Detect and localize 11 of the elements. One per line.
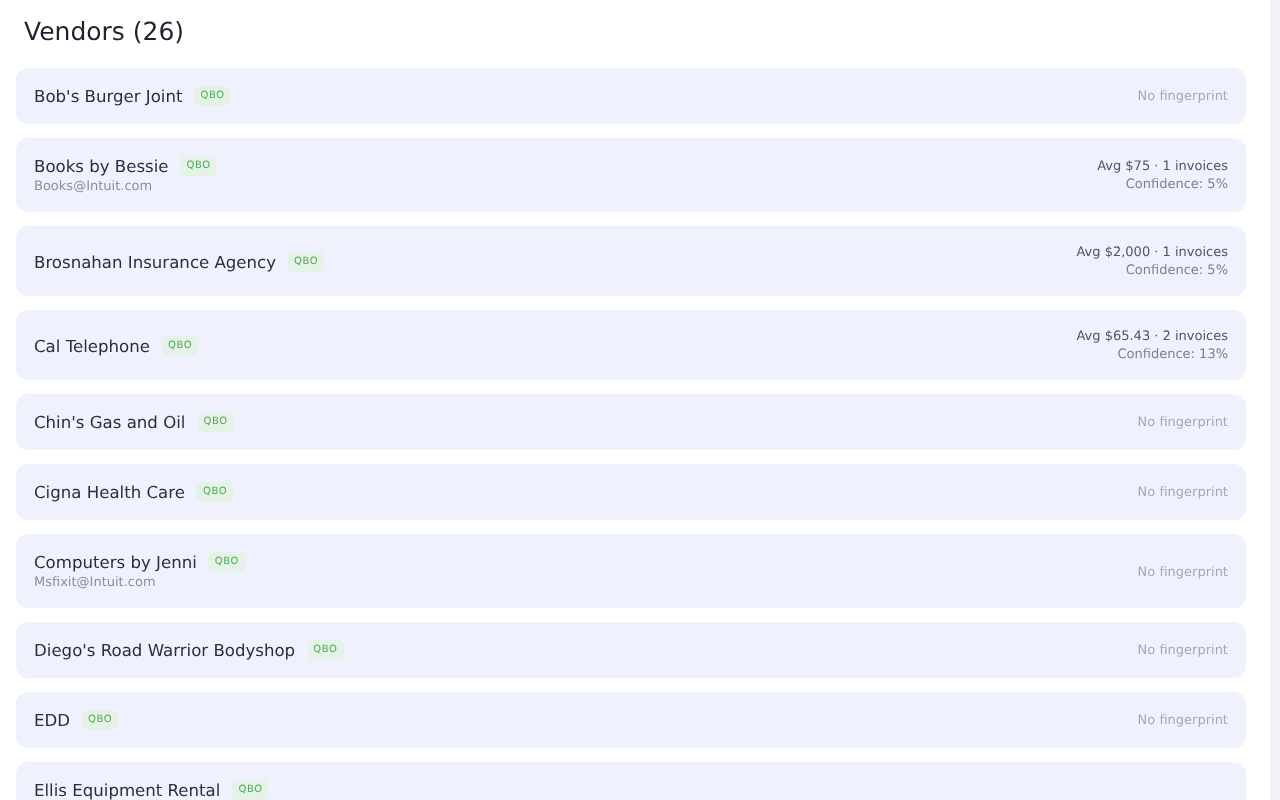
page-title: Vendors (26) [22, 14, 187, 50]
vendor-name: Ellis Equipment Rental [34, 780, 221, 800]
vendor-name: Chin's Gas and Oil [34, 412, 186, 432]
vendor-name: Computers by Jenni [34, 552, 197, 572]
vendor-name: EDD [34, 710, 71, 730]
vendor-name: Bob's Burger Joint [34, 86, 183, 106]
vendor-name: Diego's Road Warrior Bodyshop [34, 640, 296, 660]
vendor-name: Cal Telephone [34, 335, 150, 355]
vendor-name: Books by Bessie [34, 156, 169, 176]
vendor-name: Brosnahan Insurance Agency [34, 251, 277, 271]
vendor-name: Cigna Health Care [34, 482, 185, 502]
